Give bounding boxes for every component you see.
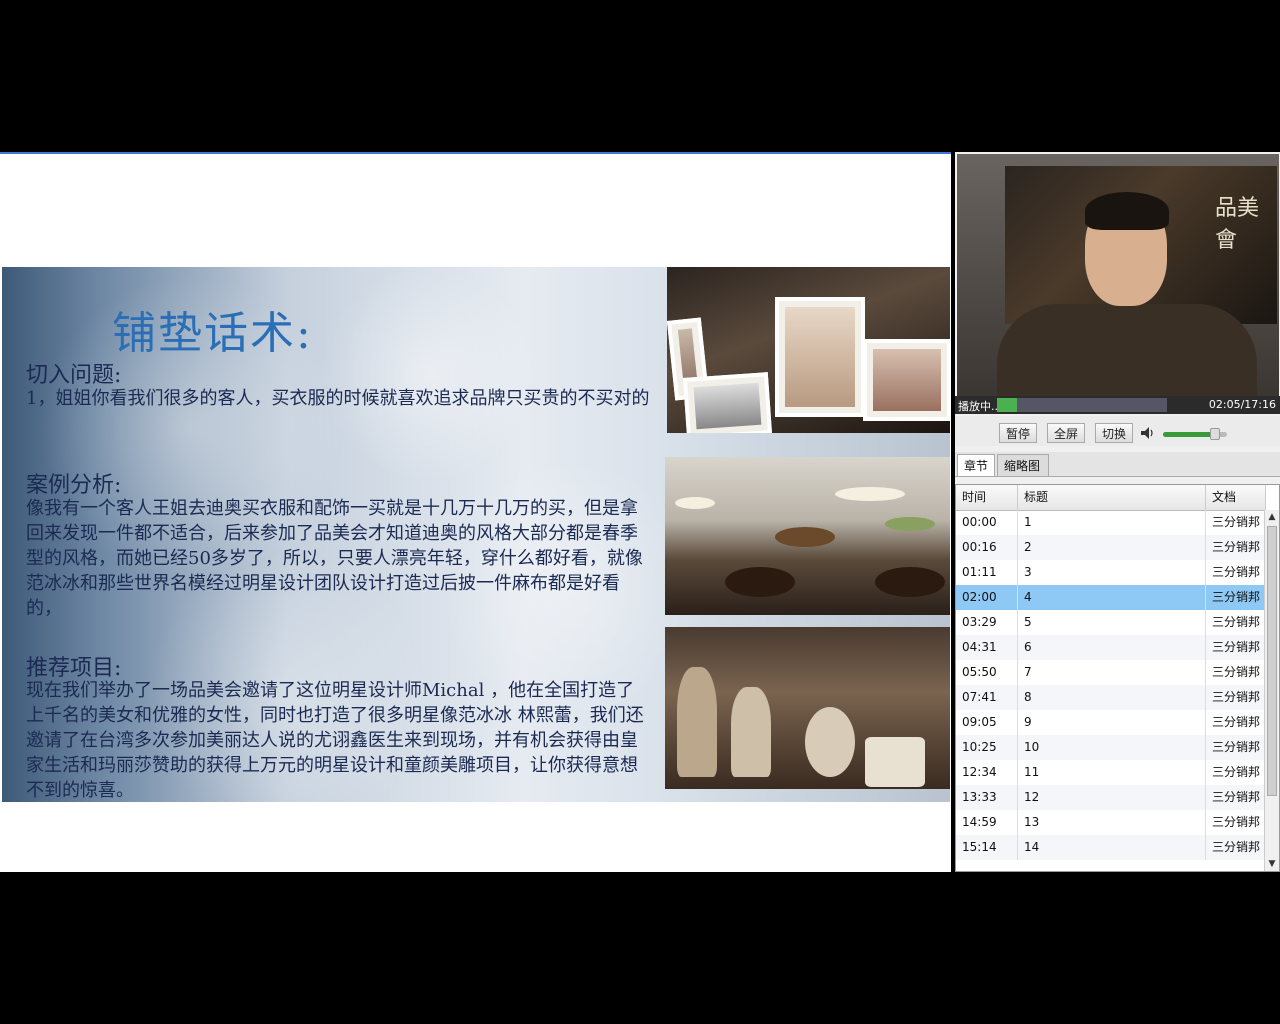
section-heading-case-analysis: 案例分析: [26, 473, 122, 498]
table-body: 00:00 1 三分销邦 00:16 2 三分销邦 01:11 3 三分销邦 02:00 4 三分销邦… [956, 510, 1266, 860]
section-body-recommended-project: 现在我们举办了一场品美会邀请了这位明星设计师Michal ，他在全国打造了上千名… [26, 680, 644, 801]
volume-icon[interactable] [1141, 427, 1155, 439]
row-title: 8 [1018, 685, 1206, 710]
row-time: 13:33 [956, 785, 1018, 810]
scroll-down-arrow-icon[interactable]: ▼ [1265, 857, 1279, 871]
row-doc: 三分销邦 [1212, 740, 1261, 754]
table-row[interactable]: 03:29 5 三分销邦 [956, 610, 1266, 635]
row-time: 14:59 [956, 810, 1018, 835]
row-title: 13 [1018, 810, 1206, 835]
photo-jewelry-display [665, 627, 950, 789]
slide-title: 铺垫话术: [112, 308, 313, 359]
presenter-body [997, 304, 1257, 396]
progress-bar[interactable] [997, 398, 1167, 412]
table-row[interactable]: 04:31 6 三分销邦 [956, 635, 1266, 660]
row-time: 03:29 [956, 610, 1018, 635]
row-time: 00:16 [956, 535, 1018, 560]
row-doc: 三分销邦 [1212, 815, 1261, 829]
row-doc: 三分销邦 [1212, 840, 1261, 854]
column-header-title[interactable]: 标题 [1018, 485, 1206, 510]
row-title: 5 [1018, 610, 1206, 635]
row-title: 12 [1018, 785, 1206, 810]
row-title: 3 [1018, 560, 1206, 585]
tab-chapters[interactable]: 章节 [957, 454, 995, 476]
table-scrollbar[interactable]: ▲ ▼ [1264, 510, 1279, 871]
table-row[interactable]: 14:59 13 三分销邦 [956, 810, 1266, 835]
table-row[interactable]: 00:00 1 三分销邦 [956, 510, 1266, 535]
slide-viewer: 铺垫话术: 切入问题: 1，姐姐你看我们很多的客人，买衣服的时候就喜欢追求品牌只… [0, 152, 951, 872]
table-row[interactable]: 00:16 2 三分销邦 [956, 535, 1266, 560]
row-doc: 三分销邦 [1212, 790, 1261, 804]
pause-button[interactable]: 暂停 [999, 423, 1037, 443]
table-row[interactable]: 12:34 11 三分销邦 [956, 760, 1266, 785]
volume-fill [1163, 432, 1216, 437]
scroll-thumb[interactable] [1267, 526, 1277, 796]
section-body-entry-question: 1，姐姐你看我们很多的客人，买衣服的时候就喜欢追求品牌只买贵的不买对的 [26, 388, 650, 409]
row-doc: 三分销邦 [1212, 540, 1261, 554]
row-time: 12:34 [956, 760, 1018, 785]
table-row[interactable]: 09:05 9 三分销邦 [956, 710, 1266, 735]
row-time: 07:41 [956, 685, 1018, 710]
row-doc: 三分销邦 [1212, 565, 1261, 579]
projector-logo: 品美會 [1215, 196, 1260, 253]
row-doc: 三分销邦 [1212, 665, 1261, 679]
section-heading-entry-question: 切入问题: [26, 363, 122, 388]
row-doc: 三分销邦 [1212, 515, 1261, 529]
column-header-time[interactable]: 时间 [956, 485, 1018, 510]
volume-slider[interactable] [1163, 428, 1227, 440]
row-title: 4 [1018, 585, 1206, 610]
row-time: 04:31 [956, 635, 1018, 660]
row-title: 2 [1018, 535, 1206, 560]
sidebar-tabs: 章节 缩略图 [955, 452, 1280, 477]
photo-dessert-table [665, 457, 950, 615]
photo-portrait-frames [667, 267, 950, 433]
switch-button[interactable]: 切换 [1095, 423, 1133, 443]
row-time: 15:14 [956, 835, 1018, 860]
table-row[interactable]: 13:33 12 三分销邦 [956, 785, 1266, 810]
row-time: 05:50 [956, 660, 1018, 685]
row-doc: 三分销邦 [1212, 765, 1261, 779]
scroll-up-arrow-icon[interactable]: ▲ [1265, 510, 1279, 524]
row-doc: 三分销邦 [1212, 715, 1261, 729]
row-title: 6 [1018, 635, 1206, 660]
table-header: 时间 标题 文档 [956, 485, 1266, 511]
row-doc: 三分销邦 [1212, 690, 1261, 704]
row-doc: 三分销邦 [1212, 640, 1261, 654]
table-row[interactable]: 15:14 14 三分销邦 [956, 835, 1266, 860]
table-row[interactable]: 05:50 7 三分销邦 [956, 660, 1266, 685]
row-title: 11 [1018, 760, 1206, 785]
row-title: 1 [1018, 510, 1206, 535]
playback-controls: 暂停 全屏 切换 [955, 416, 1280, 446]
table-row[interactable]: 10:25 10 三分销邦 [956, 735, 1266, 760]
row-time: 02:00 [956, 585, 1018, 610]
table-row[interactable]: 07:41 8 三分销邦 [956, 685, 1266, 710]
section-body-case-analysis: 像我有一个客人王姐去迪奥买衣服和配饰一买就是十几万十几万的买，但是拿回来发现一件… [26, 498, 643, 619]
playback-status-bar: 播放中... 02:05/17:16 [955, 396, 1280, 414]
row-title: 7 [1018, 660, 1206, 685]
table-row[interactable]: 02:00 4 三分销邦 [956, 585, 1266, 610]
chapter-table: 时间 标题 文档 00:00 1 三分销邦 00:16 2 三分销邦 01:11 3 三分销邦 0… [955, 484, 1280, 872]
row-title: 9 [1018, 710, 1206, 735]
fullscreen-button[interactable]: 全屏 [1047, 423, 1085, 443]
column-header-doc[interactable]: 文档 [1206, 485, 1266, 510]
row-time: 01:11 [956, 560, 1018, 585]
row-time: 10:25 [956, 735, 1018, 760]
presentation-slide: 铺垫话术: 切入问题: 1，姐姐你看我们很多的客人，买衣服的时候就喜欢追求品牌只… [2, 267, 950, 802]
row-doc: 三分销邦 [1212, 590, 1261, 604]
volume-knob[interactable] [1210, 428, 1221, 440]
row-time: 09:05 [956, 710, 1018, 735]
presenter-hair [1085, 192, 1169, 230]
video-player[interactable]: 品美會 [957, 154, 1279, 396]
row-title: 10 [1018, 735, 1206, 760]
progress-fill [997, 398, 1018, 412]
tab-thumbnails[interactable]: 缩略图 [997, 454, 1049, 476]
table-row[interactable]: 01:11 3 三分销邦 [956, 560, 1266, 585]
playback-status: 播放中... [958, 400, 1002, 413]
row-doc: 三分销邦 [1212, 615, 1261, 629]
row-title: 14 [1018, 835, 1206, 860]
row-time: 00:00 [956, 510, 1018, 535]
player-sidebar: 品美會 播放中... 02:05/17:16 暂停 全屏 切换 章节 缩略图 时… [955, 152, 1280, 872]
time-readout: 02:05/17:16 [1208, 398, 1276, 411]
